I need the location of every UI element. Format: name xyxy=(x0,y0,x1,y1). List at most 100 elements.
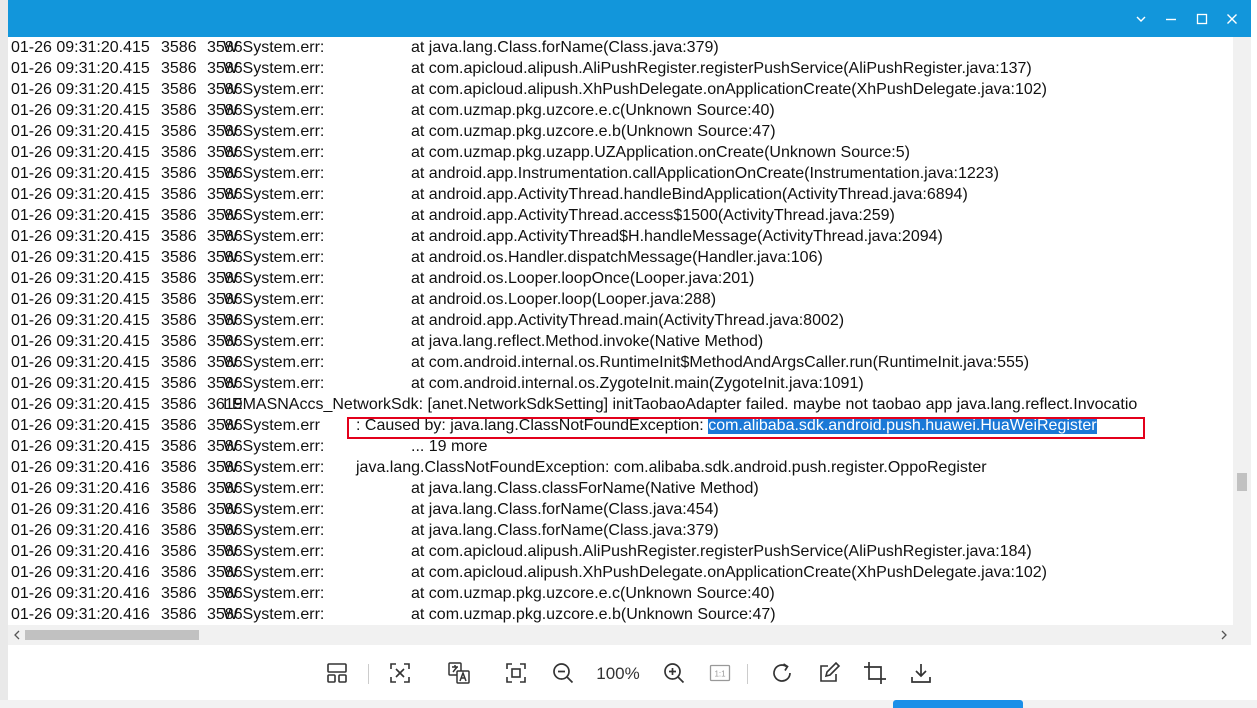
log-line: 01-26 09:31:20.415 3586 3586 W System.err:.… xyxy=(11,436,1233,457)
zoom-in-icon[interactable] xyxy=(660,659,688,687)
ocr-extract-icon[interactable] xyxy=(386,659,414,687)
log-date: 01-26 09:31:20.415 xyxy=(11,39,150,56)
log-pid: 3586 xyxy=(161,375,197,392)
log-message: at com.apicloud.alipush.XhPushDelegate.o… xyxy=(411,79,1047,100)
log-pid: 3586 xyxy=(161,543,197,560)
log-date: 01-26 09:31:20.415 xyxy=(11,123,150,140)
log-pid: 3586 xyxy=(161,228,197,245)
log-tag: W System.err: xyxy=(223,438,325,455)
scroll-right-arrow-icon[interactable] xyxy=(1217,628,1231,642)
log-message-text: ... 19 more xyxy=(411,438,488,455)
log-tag: W System.err: xyxy=(223,207,325,224)
log-date: 01-26 09:31:20.416 xyxy=(11,543,150,560)
log-pid: 3586 xyxy=(161,585,197,602)
log-message-text: at com.apicloud.alipush.AliPushRegister.… xyxy=(411,60,1032,77)
vertical-scroll-thumb[interactable] xyxy=(1237,473,1247,491)
log-line: 01-26 09:31:20.415 3586 3586 W System.err: … xyxy=(11,415,1233,436)
log-pid: 3586 xyxy=(161,333,197,350)
log-date: 01-26 09:31:20.416 xyxy=(11,501,150,518)
log-line: 01-26 09:31:20.415 3586 3586 W System.err: a… xyxy=(11,79,1233,100)
log-date: 01-26 09:31:20.415 xyxy=(11,291,150,308)
log-message: at android.app.Instrumentation.callAppli… xyxy=(411,163,999,184)
log-date: 01-26 09:31:20.416 xyxy=(11,522,150,539)
log-tag: W System.err: xyxy=(223,39,325,56)
log-message: at com.apicloud.alipush.XhPushDelegate.o… xyxy=(411,562,1047,583)
log-message: at com.uzmap.pkg.uzcore.e.b(Unknown Sour… xyxy=(411,604,776,625)
close-icon[interactable] xyxy=(1221,8,1243,30)
log-pid: 3586 xyxy=(161,270,197,287)
horizontal-scrollbar[interactable] xyxy=(8,625,1233,645)
log-message: at java.lang.Class.forName(Class.java:37… xyxy=(411,37,719,58)
vertical-scrollbar[interactable] xyxy=(1233,37,1251,645)
background-window-bottom xyxy=(0,700,1257,708)
log-message: at com.uzmap.pkg.uzcore.e.c(Unknown Sour… xyxy=(411,583,775,604)
log-tag: W System.err: xyxy=(223,312,325,329)
log-tag: W System.err: xyxy=(223,543,325,560)
scroll-left-arrow-icon[interactable] xyxy=(10,628,24,642)
fit-screen-icon[interactable] xyxy=(502,659,530,687)
log-date: 01-26 09:31:20.415 xyxy=(11,333,150,350)
log-message-text: at android.app.ActivityThread.handleBind… xyxy=(411,186,968,203)
log-line: 01-26 09:31:20.415 3586 3586 W System.err: a… xyxy=(11,163,1233,184)
log-line: 01-26 09:31:20.415 3586 3586 W System.err: a… xyxy=(11,142,1233,163)
log-tag: W System.err: xyxy=(223,291,325,308)
actual-size-label: 1:1 xyxy=(714,670,726,679)
log-date: 01-26 09:31:20.415 xyxy=(11,81,150,98)
log-pid: 3586 xyxy=(161,102,197,119)
selected-text[interactable]: com.alibaba.sdk.android.push.huawei.HuaW… xyxy=(708,417,1097,434)
log-tag: W System.err: xyxy=(223,123,325,140)
viewer-toolbar: 100% 1:1 xyxy=(8,645,1251,700)
log-message: at android.os.Looper.loopOnce(Looper.jav… xyxy=(411,268,754,289)
edit-icon[interactable] xyxy=(815,659,843,687)
rotate-icon[interactable] xyxy=(768,659,796,687)
log-message: at android.app.ActivityThread.main(Activ… xyxy=(411,310,844,331)
log-message: at android.app.ActivityThread.handleBind… xyxy=(411,184,968,205)
log-line: 01-26 09:31:20.415 3586 3586 W System.err: a… xyxy=(11,58,1233,79)
log-date: 01-26 09:31:20.415 xyxy=(11,102,150,119)
log-pid: 3586 xyxy=(161,81,197,98)
actual-size-icon[interactable]: 1:1 xyxy=(706,659,734,687)
crop-icon[interactable] xyxy=(861,659,889,687)
collapse-chevron-icon[interactable] xyxy=(1130,8,1152,30)
minimize-icon[interactable] xyxy=(1160,8,1182,30)
log-date: 01-26 09:31:20.416 xyxy=(11,459,150,476)
log-message-text: at android.app.ActivityThread$H.handleMe… xyxy=(411,228,943,245)
log-message: at java.lang.Class.forName(Class.java:37… xyxy=(411,520,719,541)
log-tag: W System.err: xyxy=(223,480,325,497)
log-line: 01-26 09:31:20.415 3586 3586 W System.err: a… xyxy=(11,37,1233,58)
log-pid: 3586 xyxy=(161,186,197,203)
log-date: 01-26 09:31:20.415 xyxy=(11,354,150,371)
log-message-text: at com.uzmap.pkg.uzcore.e.b(Unknown Sour… xyxy=(411,606,776,623)
log-message: at java.lang.Class.classForName(Native M… xyxy=(411,478,759,499)
log-tag: W System.err: xyxy=(223,564,325,581)
log-message: at android.os.Handler.dispatchMessage(Ha… xyxy=(411,247,823,268)
thumbnail-layout-icon[interactable] xyxy=(323,659,351,687)
download-icon[interactable] xyxy=(907,659,935,687)
translate-icon[interactable] xyxy=(445,659,473,687)
log-line: 01-26 09:31:20.416 3586 3586 W System.err: a… xyxy=(11,562,1233,583)
log-date: 01-26 09:31:20.415 xyxy=(11,186,150,203)
log-message-text: at android.app.Instrumentation.callAppli… xyxy=(411,165,999,182)
log-date: 01-26 09:31:20.415 xyxy=(11,396,150,413)
log-date: 01-26 09:31:20.415 xyxy=(11,417,150,434)
log-message: at com.android.internal.os.ZygoteInit.ma… xyxy=(411,373,864,394)
log-message-text: at java.lang.Class.forName(Class.java:37… xyxy=(411,522,719,539)
log-message: at com.android.internal.os.RuntimeInit$M… xyxy=(411,352,1029,373)
log-pid: 3586 xyxy=(161,459,197,476)
maximize-icon[interactable] xyxy=(1191,8,1213,30)
log-pid: 3586 xyxy=(161,417,197,434)
image-canvas[interactable]: 01-26 09:31:20.415 3586 3586 W System.err: a… xyxy=(8,37,1251,645)
log-message: at java.lang.Class.forName(Class.java:45… xyxy=(411,499,719,520)
log-message-text: java.lang.ClassNotFoundException: com.al… xyxy=(356,459,987,476)
log-message: java.lang.ClassNotFoundException: com.al… xyxy=(356,457,987,478)
horizontal-scroll-thumb[interactable] xyxy=(25,630,199,640)
zoom-out-icon[interactable] xyxy=(549,659,577,687)
log-pid: 3586 xyxy=(161,207,197,224)
log-date: 01-26 09:31:20.415 xyxy=(11,438,150,455)
log-date: 01-26 09:31:20.416 xyxy=(11,585,150,602)
log-line: 01-26 09:31:20.416 3586 3586 W System.err: a… xyxy=(11,478,1233,499)
log-tag: W System.err: xyxy=(223,186,325,203)
log-date: 01-26 09:31:20.415 xyxy=(11,375,150,392)
image-viewer-window: 01-26 09:31:20.415 3586 3586 W System.err: a… xyxy=(8,0,1251,700)
log-message-text: at com.apicloud.alipush.AliPushRegister.… xyxy=(411,543,1032,560)
